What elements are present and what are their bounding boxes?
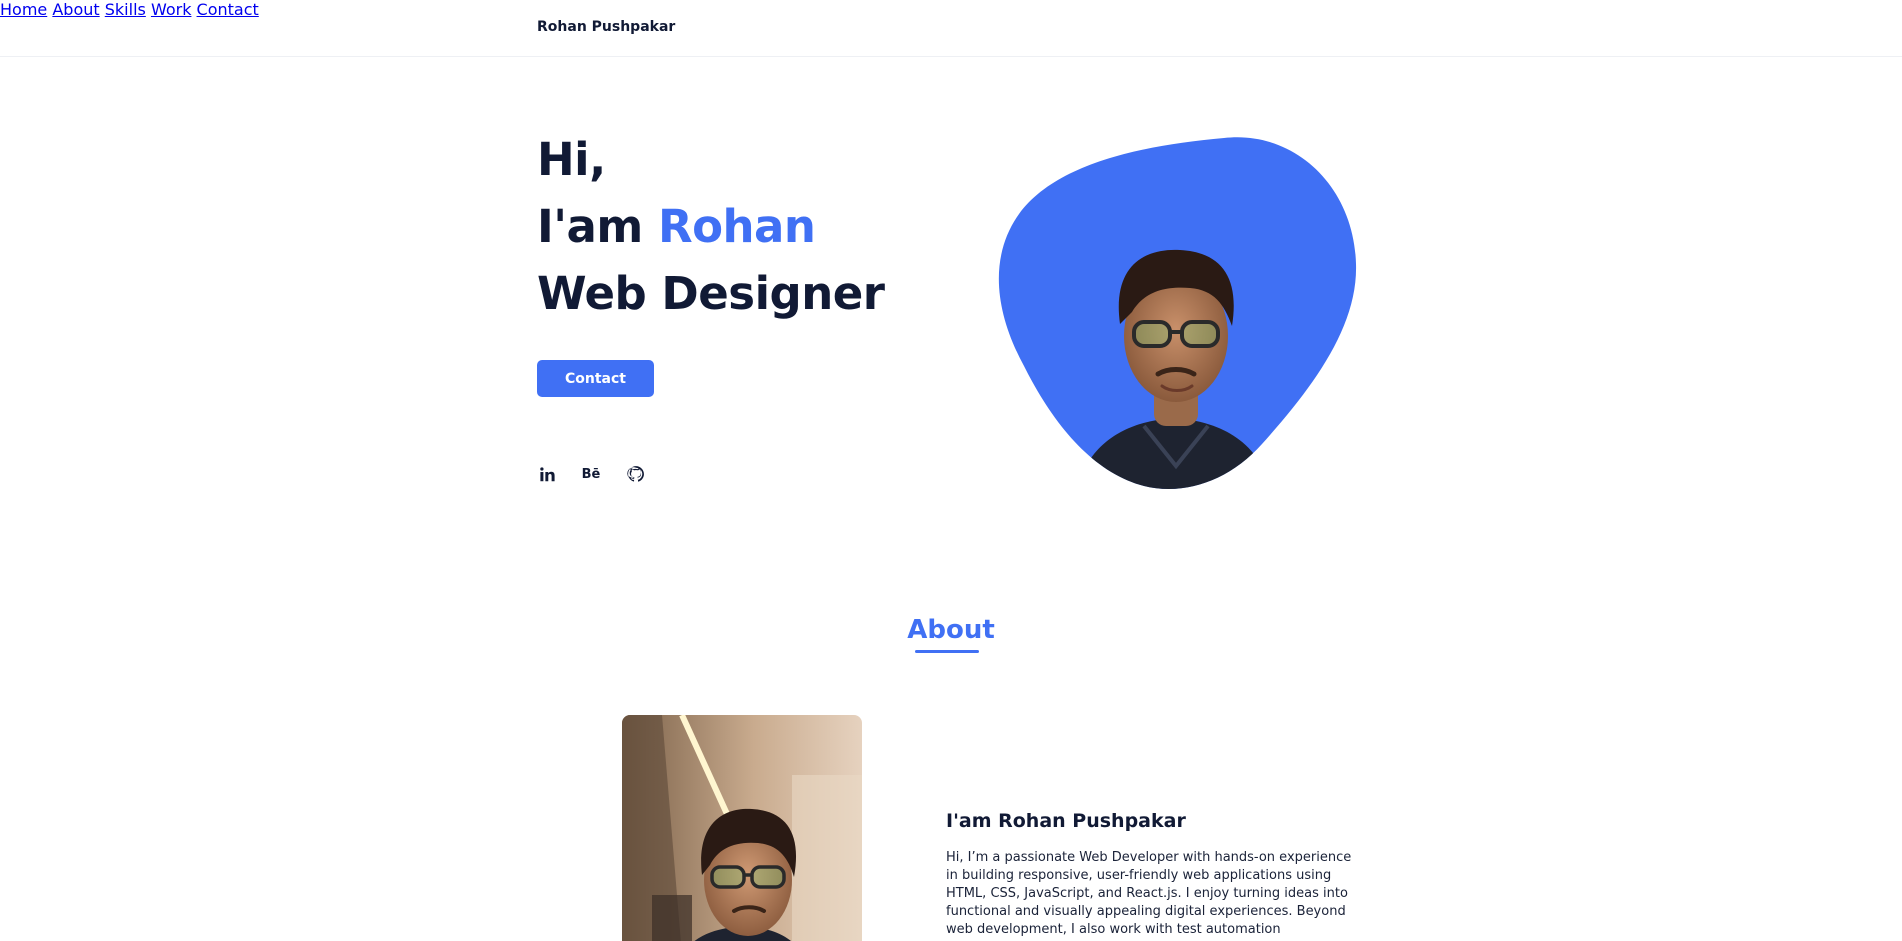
- about-title-underline: [915, 650, 979, 653]
- brand-logo[interactable]: Rohan Pushpakar: [537, 19, 675, 35]
- site-header: Rohan Pushpakar Home About Skills Work C…: [0, 0, 1902, 57]
- about-photo: [622, 715, 862, 941]
- hero-intro: I'am Rohan: [537, 204, 816, 249]
- hero-portrait: [994, 136, 1358, 490]
- linkedin-icon[interactable]: [536, 463, 558, 485]
- nav-skills[interactable]: Skills: [105, 0, 146, 19]
- behance-glyph: Bē: [581, 466, 601, 482]
- hero-role: Web Designer: [537, 267, 885, 320]
- contact-button[interactable]: Contact: [537, 360, 654, 397]
- hero-greeting: Hi,: [537, 133, 606, 186]
- about-description: Hi, I’m a passionate Web Developer with …: [946, 850, 1352, 941]
- main-nav: Home About Skills Work Contact: [0, 0, 1902, 19]
- hero-intro-prefix: I'am: [537, 200, 658, 253]
- about-section-title: About: [907, 615, 995, 645]
- nav-about[interactable]: About: [52, 0, 99, 19]
- nav-work[interactable]: Work: [151, 0, 192, 19]
- behance-icon[interactable]: Bē: [580, 463, 602, 485]
- hero-name: Rohan: [657, 200, 816, 253]
- nav-home[interactable]: Home: [0, 0, 47, 19]
- nav-contact[interactable]: Contact: [197, 0, 259, 19]
- github-icon[interactable]: [625, 463, 647, 485]
- about-heading: I'am Rohan Pushpakar: [946, 810, 1186, 832]
